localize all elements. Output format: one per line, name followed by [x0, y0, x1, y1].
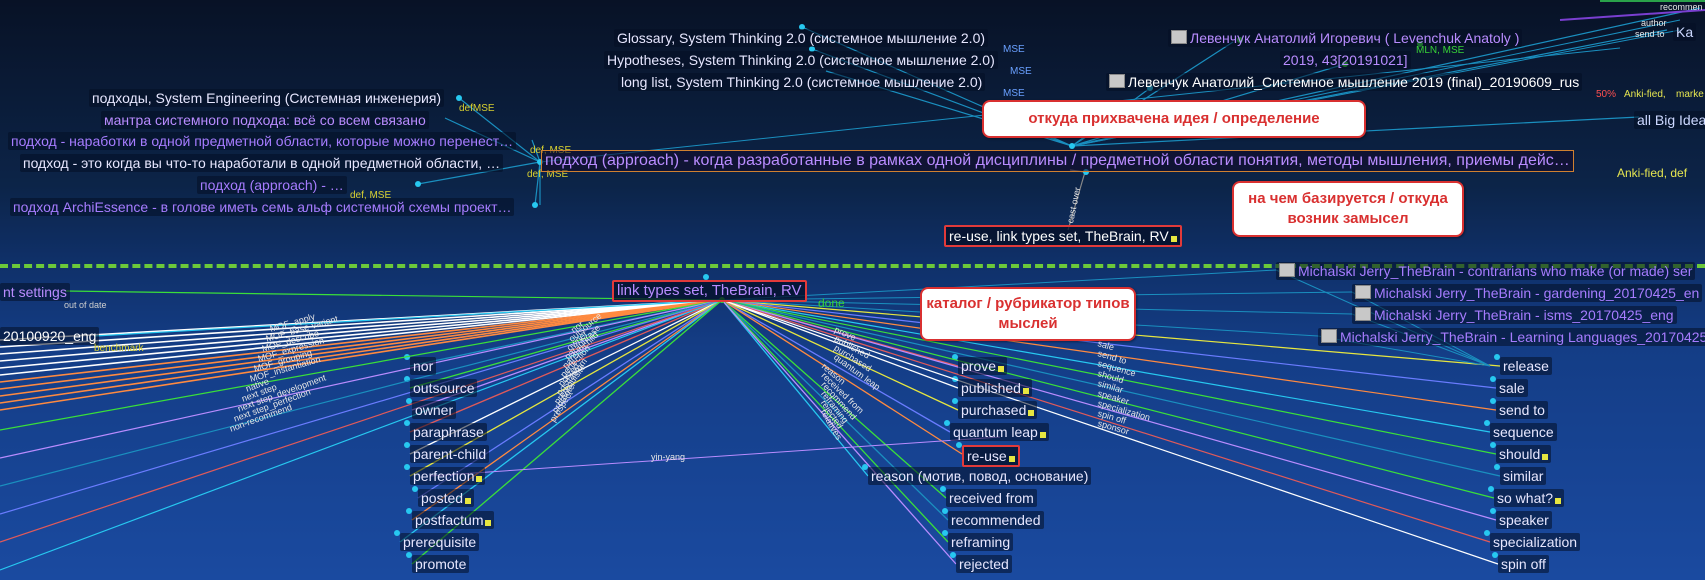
child-right-5[interactable]: similar: [1500, 467, 1547, 485]
child-left-0[interactable]: nor: [410, 357, 437, 375]
child-left-1[interactable]: outsource: [410, 379, 478, 397]
marker-icon: [1039, 432, 1046, 438]
node-approach-def-3[interactable]: подход (approach) - …: [197, 176, 347, 194]
fan-link: [0, 299, 723, 543]
tag-def: defMSE: [459, 103, 495, 114]
tag-anki-def: Anki-fied, def: [1617, 166, 1688, 180]
child-left-9[interactable]: promote: [412, 555, 470, 573]
child-mid-5[interactable]: reason (мотив, повод, основание): [868, 467, 1092, 485]
node-approach-def-2[interactable]: подход - это когда вы что-то наработали …: [20, 154, 504, 172]
child-left-6[interactable]: posted: [418, 489, 475, 507]
child-mid-7[interactable]: recommended: [948, 511, 1044, 529]
active-thought[interactable]: подход (approach) - когда разработанные …: [541, 150, 1574, 172]
node-eng[interactable]: 20100920_eng: [0, 327, 100, 345]
marker-icon: [485, 520, 492, 526]
marker-icon: [1542, 454, 1549, 460]
label-author: author: [1641, 18, 1667, 28]
tag-mse-3: MSE: [1003, 88, 1025, 99]
child-right-4[interactable]: should: [1496, 445, 1552, 463]
child-right-6[interactable]: so what?: [1494, 489, 1565, 507]
marker-icon: [1028, 410, 1035, 416]
node-author[interactable]: Левенчук Анатолий Игоревич ( Levenchuk A…: [1168, 29, 1523, 47]
marker-icon: [1022, 388, 1029, 394]
callout-origin: откуда прихвачена идея / определение: [982, 100, 1366, 138]
child-mid-0[interactable]: prove: [958, 357, 1008, 375]
document-icon: [1321, 329, 1337, 343]
fan-link: [0, 299, 723, 376]
node-year[interactable]: 2019, 43[20191021]: [1280, 51, 1411, 69]
tag-progress: 50%: [1596, 89, 1617, 100]
document-icon: [1355, 285, 1371, 299]
document-icon: [1355, 307, 1371, 321]
child-mid-2[interactable]: purchased: [958, 401, 1038, 419]
node-reuse-top[interactable]: re-use, link types set, TheBrain, RV: [944, 225, 1182, 247]
tag-def-mse-3: def, MSE: [350, 190, 392, 201]
node-all-big-idea[interactable]: all Big Idea: [1634, 111, 1705, 129]
node-book[interactable]: Левенчук Анатолий_Системное мышление 201…: [1106, 73, 1583, 91]
child-mid-9[interactable]: rejected: [956, 555, 1012, 573]
tag-mse-1: MSE: [1003, 44, 1025, 55]
child-mid-6[interactable]: received from: [946, 489, 1037, 507]
label-yin-yang: yin-yang: [651, 452, 686, 462]
marker-icon: [476, 476, 483, 482]
node-long-list[interactable]: long list, System Thinking 2.0 (системно…: [618, 73, 986, 91]
label-out-of-date: out of date: [64, 300, 107, 310]
node-link-types-center[interactable]: link types set, TheBrain, RV: [612, 280, 807, 302]
callout-basis: на чем базируется / откуда возник замысе…: [1232, 181, 1464, 237]
label-recommen: recommen: [1660, 2, 1703, 12]
child-mid-4[interactable]: re-use: [962, 445, 1020, 467]
child-left-5[interactable]: perfection: [410, 467, 486, 485]
node-settings[interactable]: nt settings: [0, 283, 70, 301]
node-michalski-3[interactable]: Michalski Jerry_TheBrain - isms_20170425…: [1352, 306, 1677, 324]
tag-markers: marke: [1676, 89, 1704, 100]
child-left-4[interactable]: parent-child: [410, 445, 490, 463]
node-michalski-1[interactable]: Michalski Jerry_TheBrain - contrarians w…: [1276, 262, 1696, 280]
node-approach-def-1[interactable]: подход - наработки в одной предметной об…: [8, 132, 517, 150]
child-mid-3[interactable]: quantum leap: [950, 423, 1049, 441]
child-left-2[interactable]: owner: [412, 401, 457, 419]
child-right-7[interactable]: speaker: [1496, 511, 1552, 529]
marker-icon: [1008, 456, 1015, 462]
document-icon: [1279, 263, 1295, 277]
marker-icon: [465, 498, 472, 504]
node-ka[interactable]: Ka: [1673, 23, 1697, 41]
node-hypotheses[interactable]: Hypotheses, System Thinking 2.0 (системн…: [604, 51, 998, 69]
child-right-1[interactable]: sale: [1496, 379, 1528, 397]
node-michalski-4[interactable]: Michalski Jerry_TheBrain - Learning Lang…: [1318, 328, 1705, 346]
child-mid-8[interactable]: reframing: [948, 533, 1014, 551]
node-approaches[interactable]: подходы, System Engineering (Системная и…: [89, 89, 445, 107]
node-glossary[interactable]: Glossary, System Thinking 2.0 (системное…: [614, 29, 989, 47]
label-send-to: send to: [1635, 29, 1665, 39]
child-right-3[interactable]: sequence: [1490, 423, 1557, 441]
node-mantra[interactable]: мантра системного подхода: всё со всем с…: [101, 111, 429, 129]
tag-anki: Anki-fied,: [1624, 89, 1666, 100]
child-right-0[interactable]: release: [1500, 357, 1552, 375]
avatar-icon: [1171, 30, 1187, 44]
tag-done: done: [818, 296, 845, 310]
node-michalski-2[interactable]: Michalski Jerry_TheBrain - gardening_201…: [1352, 284, 1703, 302]
marker-icon: [1555, 498, 1562, 504]
child-left-7[interactable]: postfactum: [412, 511, 495, 529]
fan-link: [94, 299, 723, 337]
node-dot: [532, 202, 538, 208]
node-dot: [456, 95, 462, 101]
tag-benchmark: benchmark: [94, 343, 144, 354]
document-icon: [1109, 74, 1125, 88]
fan-link: [0, 299, 723, 515]
child-left-3[interactable]: paraphrase: [410, 423, 487, 441]
child-link: [721, 299, 869, 477]
node-dot: [415, 181, 421, 187]
child-right-9[interactable]: spin off: [1498, 555, 1549, 573]
child-right-8[interactable]: specialization: [1490, 533, 1581, 551]
node-approach-def-4[interactable]: подход ArchiEssence - в голове иметь сем…: [10, 198, 515, 216]
marker-icon: [998, 366, 1005, 372]
child-mid-1[interactable]: published: [958, 379, 1032, 397]
tag-mln-mse: MLN, MSE: [1416, 45, 1465, 56]
child-left-8[interactable]: prerequisite: [400, 533, 480, 551]
node-dot: [1069, 143, 1075, 149]
callout-catalog: каталог / рубрикатор типов мыслей: [920, 287, 1136, 341]
tag-mse-2: MSE: [1010, 66, 1032, 77]
child-right-2[interactable]: send to: [1496, 401, 1548, 419]
